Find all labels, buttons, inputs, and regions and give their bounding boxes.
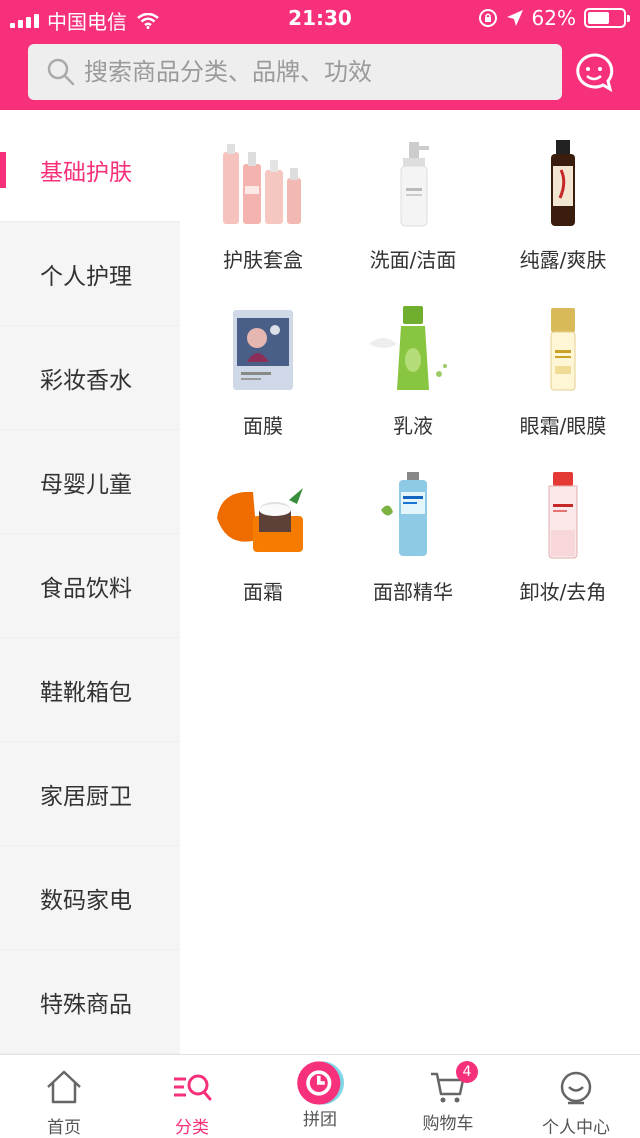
sidebar-item-food-drink[interactable]: 食品饮料 [0,534,180,638]
sidebar-item-label: 特殊商品 [40,991,132,1018]
sidebar-item-mother-baby[interactable]: 母婴儿童 [0,430,180,534]
category-face-mask[interactable]: 面膜 [188,296,338,456]
sidebar-item-digital-appliances[interactable]: 数码家电 [0,846,180,950]
tab-label: 分类 [175,1118,209,1138]
skincare-set-image [223,144,301,224]
tab-group-buy[interactable]: 拼团 [256,1055,384,1138]
status-bar: 中国电信 21:30 62% [0,0,640,36]
bottom-tab-bar: 首页 分类 拼团 4 购物车 个人中心 [0,1054,640,1138]
tab-profile[interactable]: 个人中心 [512,1055,640,1138]
sidebar-item-label: 母婴儿童 [40,471,132,498]
rotation-lock-icon [478,9,497,27]
face-cream-image [217,488,303,552]
sidebar-item-label: 食品饮料 [40,575,132,602]
tab-label: 拼团 [303,1110,337,1130]
search-bar[interactable] [28,44,562,100]
sidebar-item-label: 家居厨卫 [40,783,132,810]
tab-label: 购物车 [422,1114,474,1134]
category-cleanser[interactable]: 洗面/洁面 [338,130,488,290]
sidebar-item-label: 数码家电 [40,887,132,914]
lotion-image [369,306,447,390]
sidebar-item-makeup-perfume[interactable]: 彩妆香水 [0,326,180,430]
category-label: 面霜 [243,580,283,604]
category-lotion[interactable]: 乳液 [338,296,488,456]
sidebar-item-home-kitchen[interactable]: 家居厨卫 [0,742,180,846]
face-mask-image [233,310,293,390]
location-icon [506,10,523,26]
search-input[interactable] [84,58,544,86]
tab-label: 首页 [47,1118,81,1138]
sidebar-item-personal-care[interactable]: 个人护理 [0,222,180,326]
sidebar-item-label: 个人护理 [40,263,132,290]
home-icon [47,1070,81,1104]
category-skincare-set[interactable]: 护肤套盒 [188,130,338,290]
sidebar-item-basic-skincare[interactable]: 基础护肤 [0,118,180,222]
sidebar-item-special-goods[interactable]: 特殊商品 [0,950,180,1054]
cleanser-image [400,142,429,227]
category-label: 面膜 [243,414,283,438]
serum-image [381,472,427,556]
tab-label: 个人中心 [542,1118,610,1138]
category-label: 护肤套盒 [223,248,303,272]
tab-home[interactable]: 首页 [0,1055,128,1138]
tab-category[interactable]: 分类 [128,1055,256,1138]
group-buy-icon [297,1061,344,1105]
header: 中国电信 21:30 62% [0,0,640,110]
category-label: 乳液 [393,414,433,438]
search-icon [47,58,75,86]
makeup-remover-image [548,472,578,559]
category-label: 纯露/爽肤 [519,248,607,272]
sidebar-item-label: 基础护肤 [40,159,132,186]
category-label: 洗面/洁面 [369,248,457,272]
battery-level [588,12,609,24]
category-eye-cream[interactable]: 眼霜/眼膜 [488,296,638,456]
category-label: 眼霜/眼膜 [519,414,607,438]
category-makeup-remover[interactable]: 卸妆/去角 [488,462,638,622]
cart-badge: 4 [456,1061,478,1083]
category-face-cream[interactable]: 面霜 [188,462,338,622]
category-label: 卸妆/去角 [519,580,607,604]
battery-icon [584,8,630,28]
category-serum[interactable]: 面部精华 [338,462,488,622]
profile-icon [560,1071,592,1105]
sidebar-item-label: 鞋靴箱包 [40,679,132,706]
message-icon[interactable] [574,52,614,92]
category-sidebar: 基础护肤 个人护理 彩妆香水 母婴儿童 食品饮料 鞋靴箱包 家居厨卫 数码家电 … [0,118,180,1054]
eye-cream-image [550,308,576,391]
category-icon [174,1074,212,1101]
status-right: 62% [478,6,630,30]
battery-percent: 62% [531,6,576,30]
cart-icon-wrap: 4 [428,1061,478,1107]
sidebar-item-shoes-bags[interactable]: 鞋靴箱包 [0,638,180,742]
category-toner[interactable]: 纯露/爽肤 [488,130,638,290]
category-label: 面部精华 [373,580,453,604]
toner-image [551,140,575,226]
tab-cart[interactable]: 4 购物车 [384,1055,512,1138]
sidebar-item-label: 彩妆香水 [40,367,132,394]
